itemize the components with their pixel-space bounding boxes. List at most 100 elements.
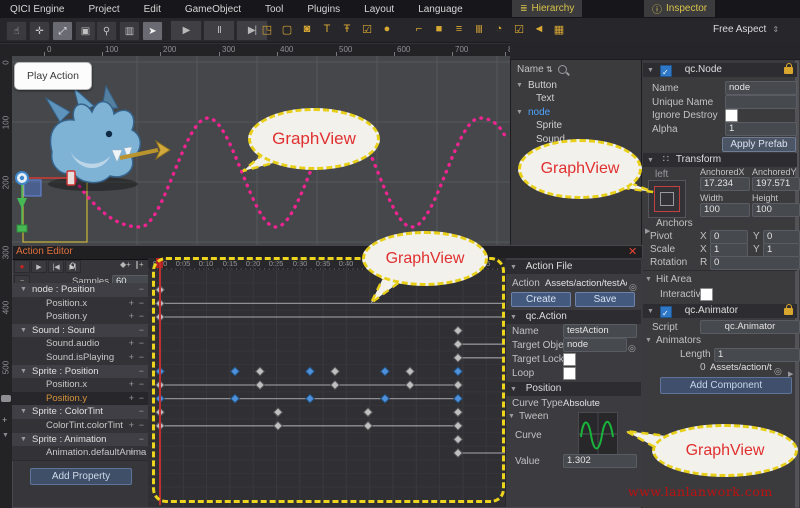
add-key-icon[interactable]: + xyxy=(129,311,134,322)
remove-icon[interactable]: − xyxy=(139,311,144,322)
animators-expand-icon[interactable] xyxy=(645,337,652,344)
play-action-button[interactable]: Play Action xyxy=(14,62,92,90)
expand-icon[interactable] xyxy=(20,327,27,334)
hierarchy-sort-label[interactable]: Name xyxy=(517,64,544,76)
scene-node-icon[interactable]: ◳ xyxy=(260,21,274,37)
length-field[interactable]: 1 xyxy=(714,348,800,362)
ae-row-position-x[interactable]: Position.x+− xyxy=(12,297,148,312)
anchors-label[interactable]: Anchors xyxy=(656,218,693,230)
qcnode-enabled-checkbox[interactable] xyxy=(660,65,672,77)
pivot-x-field[interactable]: 0 xyxy=(710,230,748,244)
keyframe-diamond[interactable] xyxy=(256,367,265,376)
keyframe-diamond[interactable] xyxy=(454,381,463,390)
prev-frame-button[interactable]: |◀ xyxy=(48,260,64,273)
rotation-field[interactable]: 0 xyxy=(710,256,800,270)
keyframe-diamond[interactable] xyxy=(231,367,240,376)
progress-icon[interactable]: ◔ xyxy=(492,21,506,37)
search-icon[interactable] xyxy=(558,65,567,74)
expand-icon[interactable] xyxy=(20,368,27,375)
qcnode-header[interactable]: qc.Node xyxy=(643,63,797,77)
remove-icon[interactable]: − xyxy=(139,366,144,377)
remove-icon[interactable]: − xyxy=(139,393,144,404)
name-field[interactable]: node xyxy=(725,81,797,95)
action-file-header[interactable]: Action File xyxy=(505,260,641,274)
ae-row-position-y[interactable]: Position.y+− xyxy=(12,392,148,407)
keyframe-diamond[interactable] xyxy=(381,394,390,403)
close-icon[interactable]: ✕ xyxy=(628,245,637,258)
playhead-line[interactable] xyxy=(159,258,161,505)
keyframe-diamond[interactable] xyxy=(364,422,373,431)
empty-node-icon[interactable]: ▢ xyxy=(280,21,294,37)
keyframe-diamond[interactable] xyxy=(306,367,315,376)
checkbox-icon[interactable]: ☑ xyxy=(360,21,374,37)
hit-area-label[interactable]: Hit Area xyxy=(656,274,692,286)
corner-icon[interactable]: ⌐ xyxy=(412,21,426,37)
add-component-button[interactable]: Add Component xyxy=(660,377,792,394)
keyframe-diamond[interactable] xyxy=(454,408,463,417)
unique-name-field[interactable] xyxy=(725,95,797,109)
menu-item-qici-engine[interactable]: QICI Engine xyxy=(10,4,64,15)
menu-item-language[interactable]: Language xyxy=(418,4,463,15)
ae-row-sound-audio[interactable]: Sound.audio+− xyxy=(12,337,148,352)
move-tool[interactable]: ✛ xyxy=(29,21,50,41)
keyframe-diamond[interactable] xyxy=(454,435,463,444)
keyframe-diamond[interactable] xyxy=(274,422,283,431)
element-value[interactable]: Assets/action/tes xyxy=(710,362,772,374)
keyframe-diamond[interactable] xyxy=(274,408,283,417)
script-field[interactable]: qc.Animator xyxy=(700,320,800,334)
transform-header[interactable]: ∷ Transform xyxy=(643,153,797,167)
curve-preview[interactable] xyxy=(578,412,618,456)
expand-icon[interactable] xyxy=(20,408,27,415)
keyframe-diamond[interactable] xyxy=(454,422,463,431)
save-button[interactable]: Save xyxy=(575,292,635,307)
ae-row-sprite-colortint[interactable]: Sprite : ColorTint− xyxy=(12,405,148,420)
text-icon[interactable]: T xyxy=(320,21,334,37)
interactive-checkbox[interactable] xyxy=(700,288,713,301)
qcaction-header[interactable]: qc.Action xyxy=(505,310,641,324)
ae-row-node-position[interactable]: node : Position− xyxy=(12,283,148,298)
ae-row-sprite-position[interactable]: Sprite : Position− xyxy=(12,365,148,380)
remove-icon[interactable]: − xyxy=(139,434,144,445)
add-property-button[interactable]: Add Property xyxy=(30,468,132,485)
remove-icon[interactable]: − xyxy=(139,420,144,431)
dropdown-icon[interactable]: ▼ xyxy=(2,432,9,439)
add-key-icon[interactable]: + xyxy=(129,298,134,309)
qcanimator-header[interactable]: qc.Animator xyxy=(643,304,797,318)
pivot-y-field[interactable]: 0 xyxy=(763,230,800,244)
hand-tool[interactable]: ☝ xyxy=(6,21,27,41)
toggle-box-icon[interactable]: ☑ xyxy=(512,21,526,37)
add-key-icon[interactable]: + xyxy=(129,338,134,349)
width-field[interactable]: 100 xyxy=(700,203,750,217)
zoom-tool[interactable]: ⚲ xyxy=(96,21,117,41)
columns-toggle[interactable]: ▥ xyxy=(119,21,140,41)
keyframe-diamond[interactable] xyxy=(454,326,463,335)
cursor-toggle[interactable]: ➤ xyxy=(142,21,163,41)
ae-row-position-y[interactable]: Position.y+− xyxy=(12,310,148,325)
remove-icon[interactable]: − xyxy=(139,338,144,349)
qcanimator-enabled-checkbox[interactable] xyxy=(660,306,672,318)
remove-icon[interactable]: − xyxy=(139,447,144,458)
list-icon[interactable]: ≡ xyxy=(452,21,466,37)
tab-inspector[interactable]: ⓘ Inspector xyxy=(644,0,715,17)
keyframe-diamond[interactable] xyxy=(381,367,390,376)
anchoredx-field[interactable]: 17.234 xyxy=(700,177,750,191)
add-key-icon[interactable]: + xyxy=(129,393,134,404)
ae-row-sprite-animation[interactable]: Sprite : Animation− xyxy=(12,433,148,448)
menu-item-gameobject[interactable]: GameObject xyxy=(185,4,241,15)
add-keyframe-icon[interactable]: ◆+ xyxy=(120,260,131,269)
keyframe-diamond[interactable] xyxy=(454,394,463,403)
keyframe-diamond[interactable] xyxy=(331,367,340,376)
keyframe-diamond[interactable] xyxy=(364,408,373,417)
action-name-field[interactable]: testAction xyxy=(563,324,637,338)
target-locked-checkbox[interactable] xyxy=(563,353,576,366)
menu-item-tool[interactable]: Tool xyxy=(265,4,283,15)
menu-item-edit[interactable]: Edit xyxy=(144,4,161,15)
ui-root-icon[interactable]: ◙ xyxy=(300,21,314,37)
sprite-character[interactable] xyxy=(46,86,170,191)
add-key-icon[interactable]: + xyxy=(129,379,134,390)
keyframe-diamond[interactable] xyxy=(454,354,463,363)
ae-row-colortint-colortint[interactable]: ColorTint.colorTint+− xyxy=(12,419,148,434)
ae-row-sound-sound[interactable]: Sound : Sound− xyxy=(12,324,148,339)
tab-hierarchy[interactable]: ≣ Hierarchy xyxy=(512,0,582,17)
position-header[interactable]: Position xyxy=(505,382,641,396)
